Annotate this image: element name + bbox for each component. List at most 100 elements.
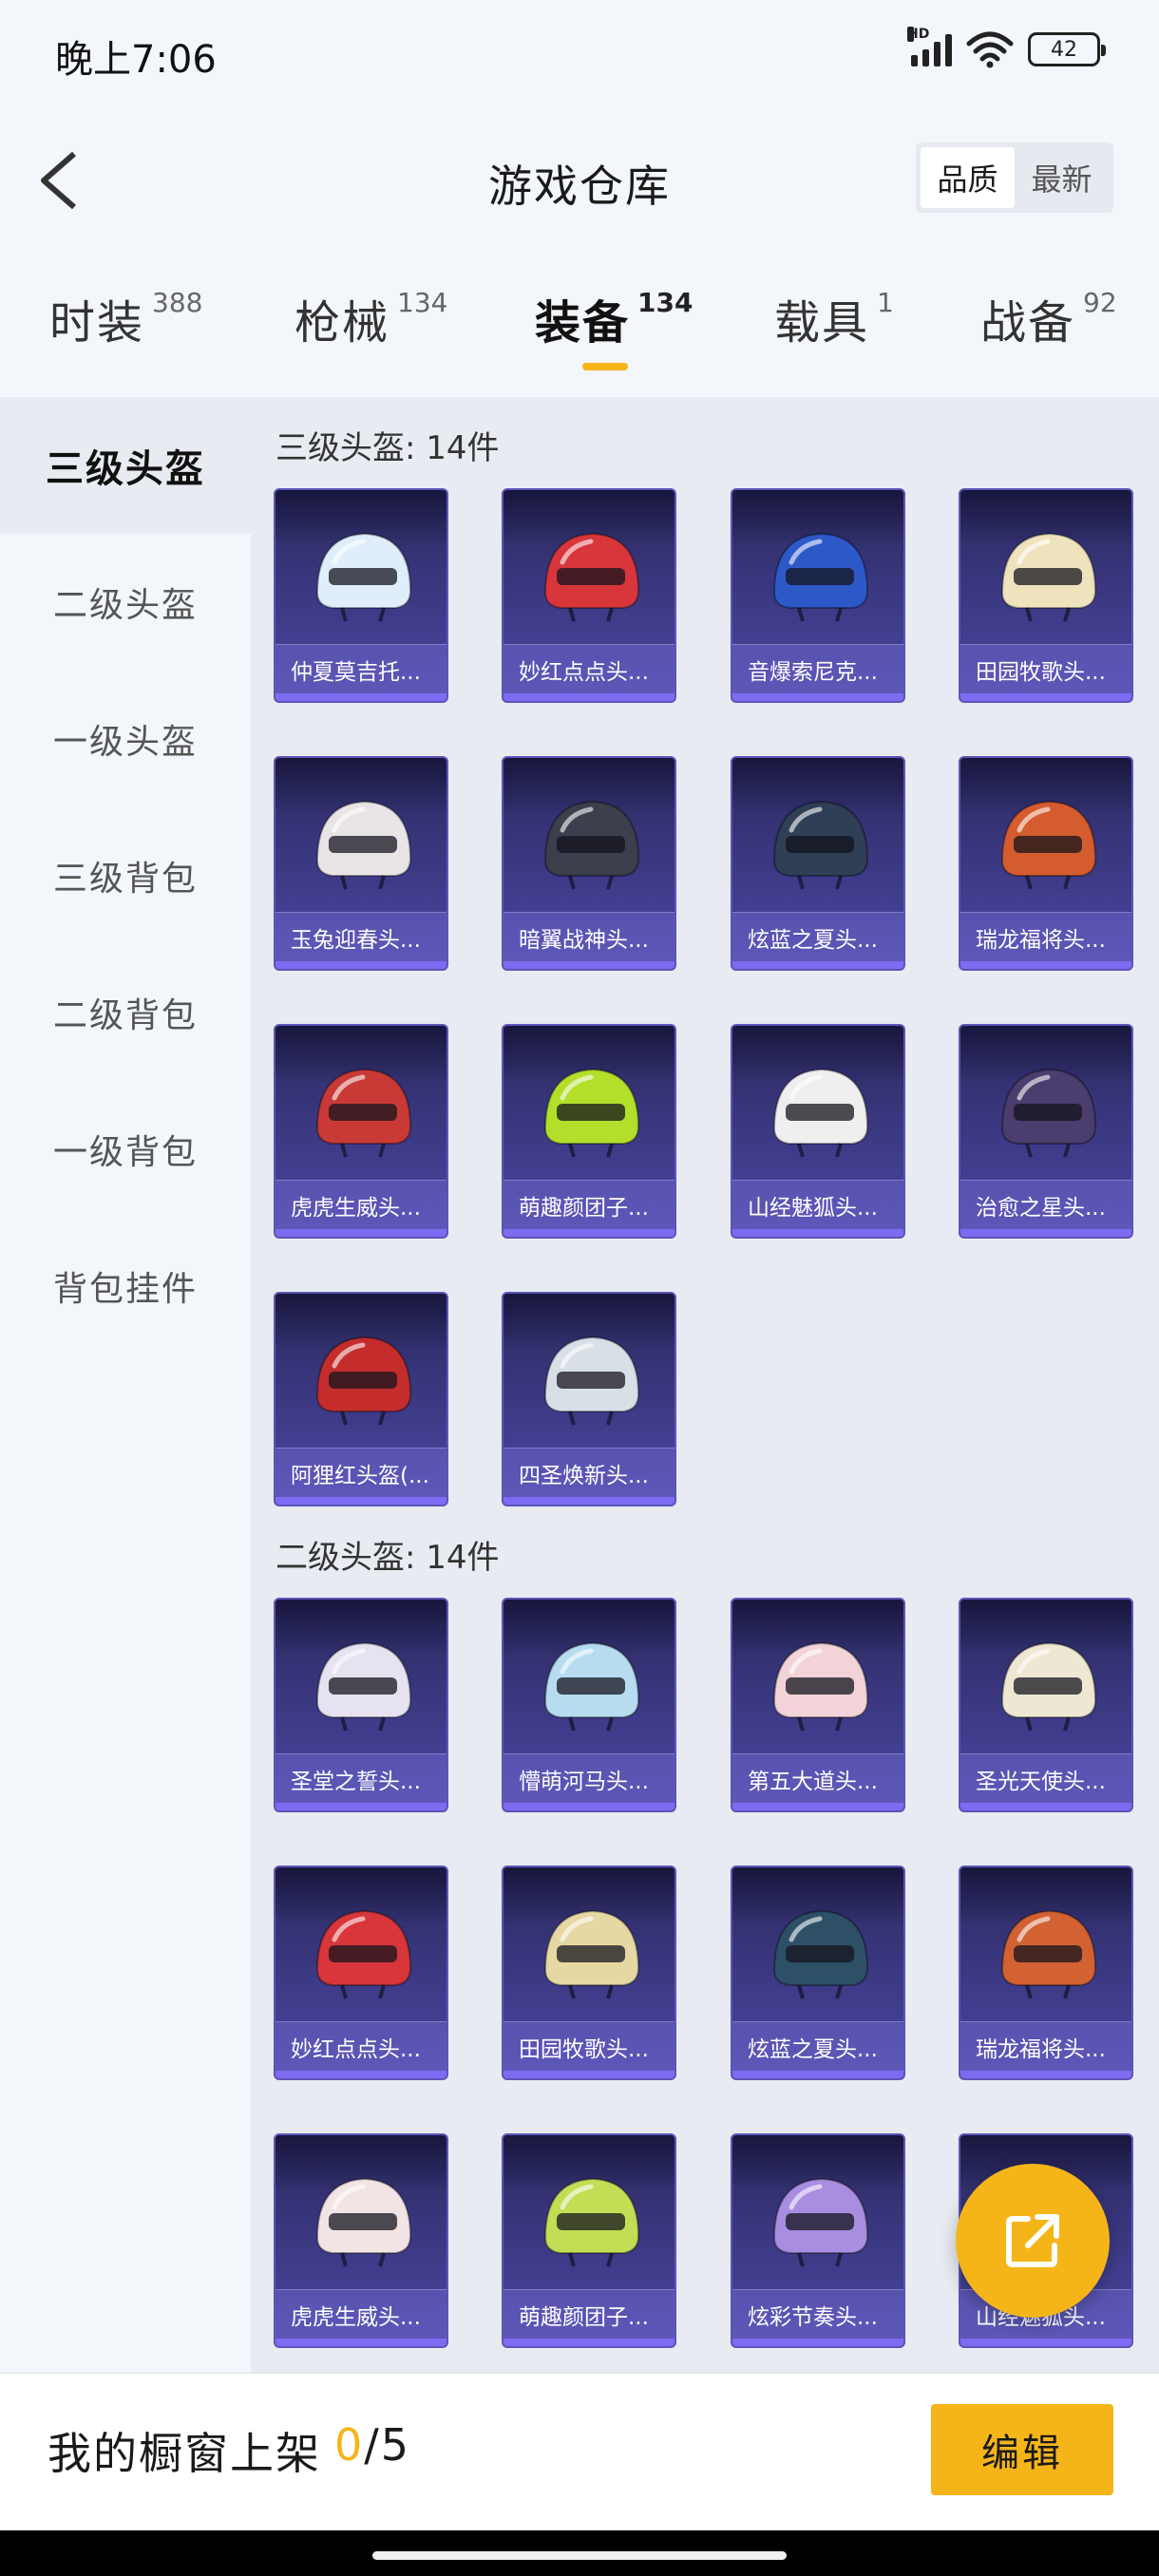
tab-fashion[interactable]: 时装 388 — [49, 285, 202, 351]
item-name: 瑞龙福将头... — [960, 2021, 1131, 2071]
item-card[interactable]: 田园牧歌头... — [959, 488, 1133, 703]
rarity-bar — [504, 1497, 674, 1505]
rarity-bar — [960, 693, 1131, 701]
item-card[interactable]: 圣光天使头... — [959, 1598, 1133, 1812]
status-icons: HD 42 — [907, 27, 1106, 68]
section-title: 二级头盔: 14件 — [276, 1539, 500, 1577]
sort-newest-button[interactable]: 最新 — [1015, 147, 1109, 208]
showcase-status: 我的橱窗上架 0 /5 — [48, 2419, 410, 2482]
rarity-bar — [732, 1803, 903, 1810]
share-icon — [1006, 2214, 1059, 2267]
sidebar: 三级头盔 二级头盔 一级头盔 三级背包 二级背包 一级背包 背包挂件 — [0, 397, 251, 2373]
item-card[interactable]: 炫彩节奏头... — [731, 2133, 905, 2348]
tab-guns[interactable]: 枪械 134 — [294, 285, 447, 351]
rarity-bar — [732, 2071, 903, 2078]
item-card[interactable]: 四圣焕新头... — [502, 1292, 676, 1506]
helmet-icon — [543, 1335, 640, 1426]
sidebar-item-level1-backpack[interactable]: 一级背包 — [0, 1081, 251, 1218]
tab-count: 134 — [637, 287, 694, 318]
item-card[interactable]: 瑞龙福将头... — [959, 1866, 1133, 2080]
rarity-bar — [732, 2339, 903, 2346]
helmet-icon — [1000, 1909, 1097, 1999]
item-name: 炫彩节奏头... — [732, 2289, 903, 2339]
sidebar-item-level2-helmet[interactable]: 二级头盔 — [0, 534, 251, 671]
helmet-icon — [543, 1068, 640, 1158]
item-card[interactable]: 玉兔迎春头... — [274, 756, 448, 971]
helmet-icon — [772, 1641, 869, 1732]
item-card[interactable]: 暗翼战神头... — [502, 756, 676, 971]
helmet-icon — [315, 2177, 412, 2267]
sidebar-item-level2-backpack[interactable]: 二级背包 — [0, 944, 251, 1081]
item-name: 瑞龙福将头... — [960, 912, 1131, 961]
item-name: 阿狸红头盔(... — [276, 1448, 446, 1497]
sort-quality-button[interactable]: 品质 — [921, 147, 1015, 208]
sidebar-item-level3-helmet[interactable]: 三级头盔 — [0, 397, 251, 534]
rarity-bar — [732, 693, 903, 701]
item-card[interactable]: 山经魅狐头... — [731, 1024, 905, 1239]
section-title: 三级头盔: 14件 — [276, 429, 500, 467]
helmet-icon — [315, 1068, 412, 1158]
item-card[interactable]: 妙红点点头... — [502, 488, 676, 703]
status-bar: 晚上7:06 HD 42 — [0, 0, 1159, 104]
helmet-icon — [772, 1068, 869, 1158]
showcase-total: /5 — [364, 2419, 411, 2471]
tab-vehicles[interactable]: 载具 1 — [774, 285, 894, 351]
item-card[interactable]: 懵萌河马头... — [502, 1598, 676, 1812]
item-card[interactable]: 虎虎生威头... — [274, 1024, 448, 1239]
helmet-icon — [1000, 800, 1097, 890]
item-card[interactable]: 仲夏莫吉托... — [274, 488, 448, 703]
item-name: 仲夏莫吉托... — [276, 644, 446, 693]
item-card[interactable]: 炫蓝之夏头... — [731, 756, 905, 971]
helmet-icon — [543, 800, 640, 890]
rarity-bar — [504, 2071, 674, 2078]
tab-label: 载具 — [774, 296, 870, 350]
edit-button[interactable]: 编辑 — [931, 2404, 1113, 2495]
helmet-icon — [315, 800, 412, 890]
item-name: 田园牧歌头... — [504, 2021, 674, 2071]
share-button[interactable] — [956, 2164, 1110, 2318]
sidebar-item-backpack-charm[interactable]: 背包挂件 — [0, 1218, 251, 1354]
sidebar-item-level1-helmet[interactable]: 一级头盔 — [0, 671, 251, 807]
item-card[interactable]: 萌趣颜团子... — [502, 2133, 676, 2348]
item-card[interactable]: 阿狸红头盔(... — [274, 1292, 448, 1506]
helmet-icon — [543, 1641, 640, 1732]
helmet-icon — [315, 1909, 412, 1999]
item-name: 第五大道头... — [732, 1753, 903, 1803]
wifi-icon — [966, 31, 1014, 68]
helmet-icon — [772, 800, 869, 890]
rarity-bar — [960, 2071, 1131, 2078]
status-time: 晚上7:06 — [55, 38, 217, 82]
item-name: 山经魅狐头... — [732, 1180, 903, 1229]
item-card[interactable]: 萌趣颜团子... — [502, 1024, 676, 1239]
tab-count: 1 — [877, 287, 894, 318]
item-name: 炫蓝之夏头... — [732, 2021, 903, 2071]
helmet-icon — [543, 2177, 640, 2267]
item-card[interactable]: 音爆索尼克... — [731, 488, 905, 703]
item-card[interactable]: 瑞龙福将头... — [959, 756, 1133, 971]
item-card[interactable]: 虎虎生威头... — [274, 2133, 448, 2348]
rarity-bar — [504, 1229, 674, 1237]
tab-battle-gear[interactable]: 战备 92 — [980, 285, 1117, 351]
helmet-icon — [772, 532, 869, 622]
item-name: 玉兔迎春头... — [276, 912, 446, 961]
item-card[interactable]: 第五大道头... — [731, 1598, 905, 1812]
item-card[interactable]: 治愈之星头... — [959, 1024, 1133, 1239]
helmet-icon — [772, 1909, 869, 1999]
helmet-icon — [543, 1909, 640, 1999]
item-card[interactable]: 圣堂之誓头... — [274, 1598, 448, 1812]
sidebar-item-level3-backpack[interactable]: 三级背包 — [0, 807, 251, 944]
item-card[interactable]: 妙红点点头... — [274, 1866, 448, 2080]
rarity-bar — [732, 961, 903, 969]
category-tabs: 时装 388 枪械 134 装备 134 载具 1 战备 92 — [0, 275, 1159, 389]
item-card[interactable]: 田园牧歌头... — [502, 1866, 676, 2080]
tab-equipment[interactable]: 装备 134 — [535, 285, 693, 351]
item-name: 萌趣颜团子... — [504, 1180, 674, 1229]
item-name: 音爆索尼克... — [732, 644, 903, 693]
rarity-bar — [960, 2339, 1131, 2346]
item-name: 妙红点点头... — [276, 2021, 446, 2071]
item-name: 懵萌河马头... — [504, 1753, 674, 1803]
home-indicator[interactable] — [372, 2551, 787, 2560]
item-card[interactable]: 炫蓝之夏头... — [731, 1866, 905, 2080]
rarity-bar — [276, 2339, 446, 2346]
bottom-bar: 我的橱窗上架 0 /5 编辑 — [0, 2373, 1159, 2530]
